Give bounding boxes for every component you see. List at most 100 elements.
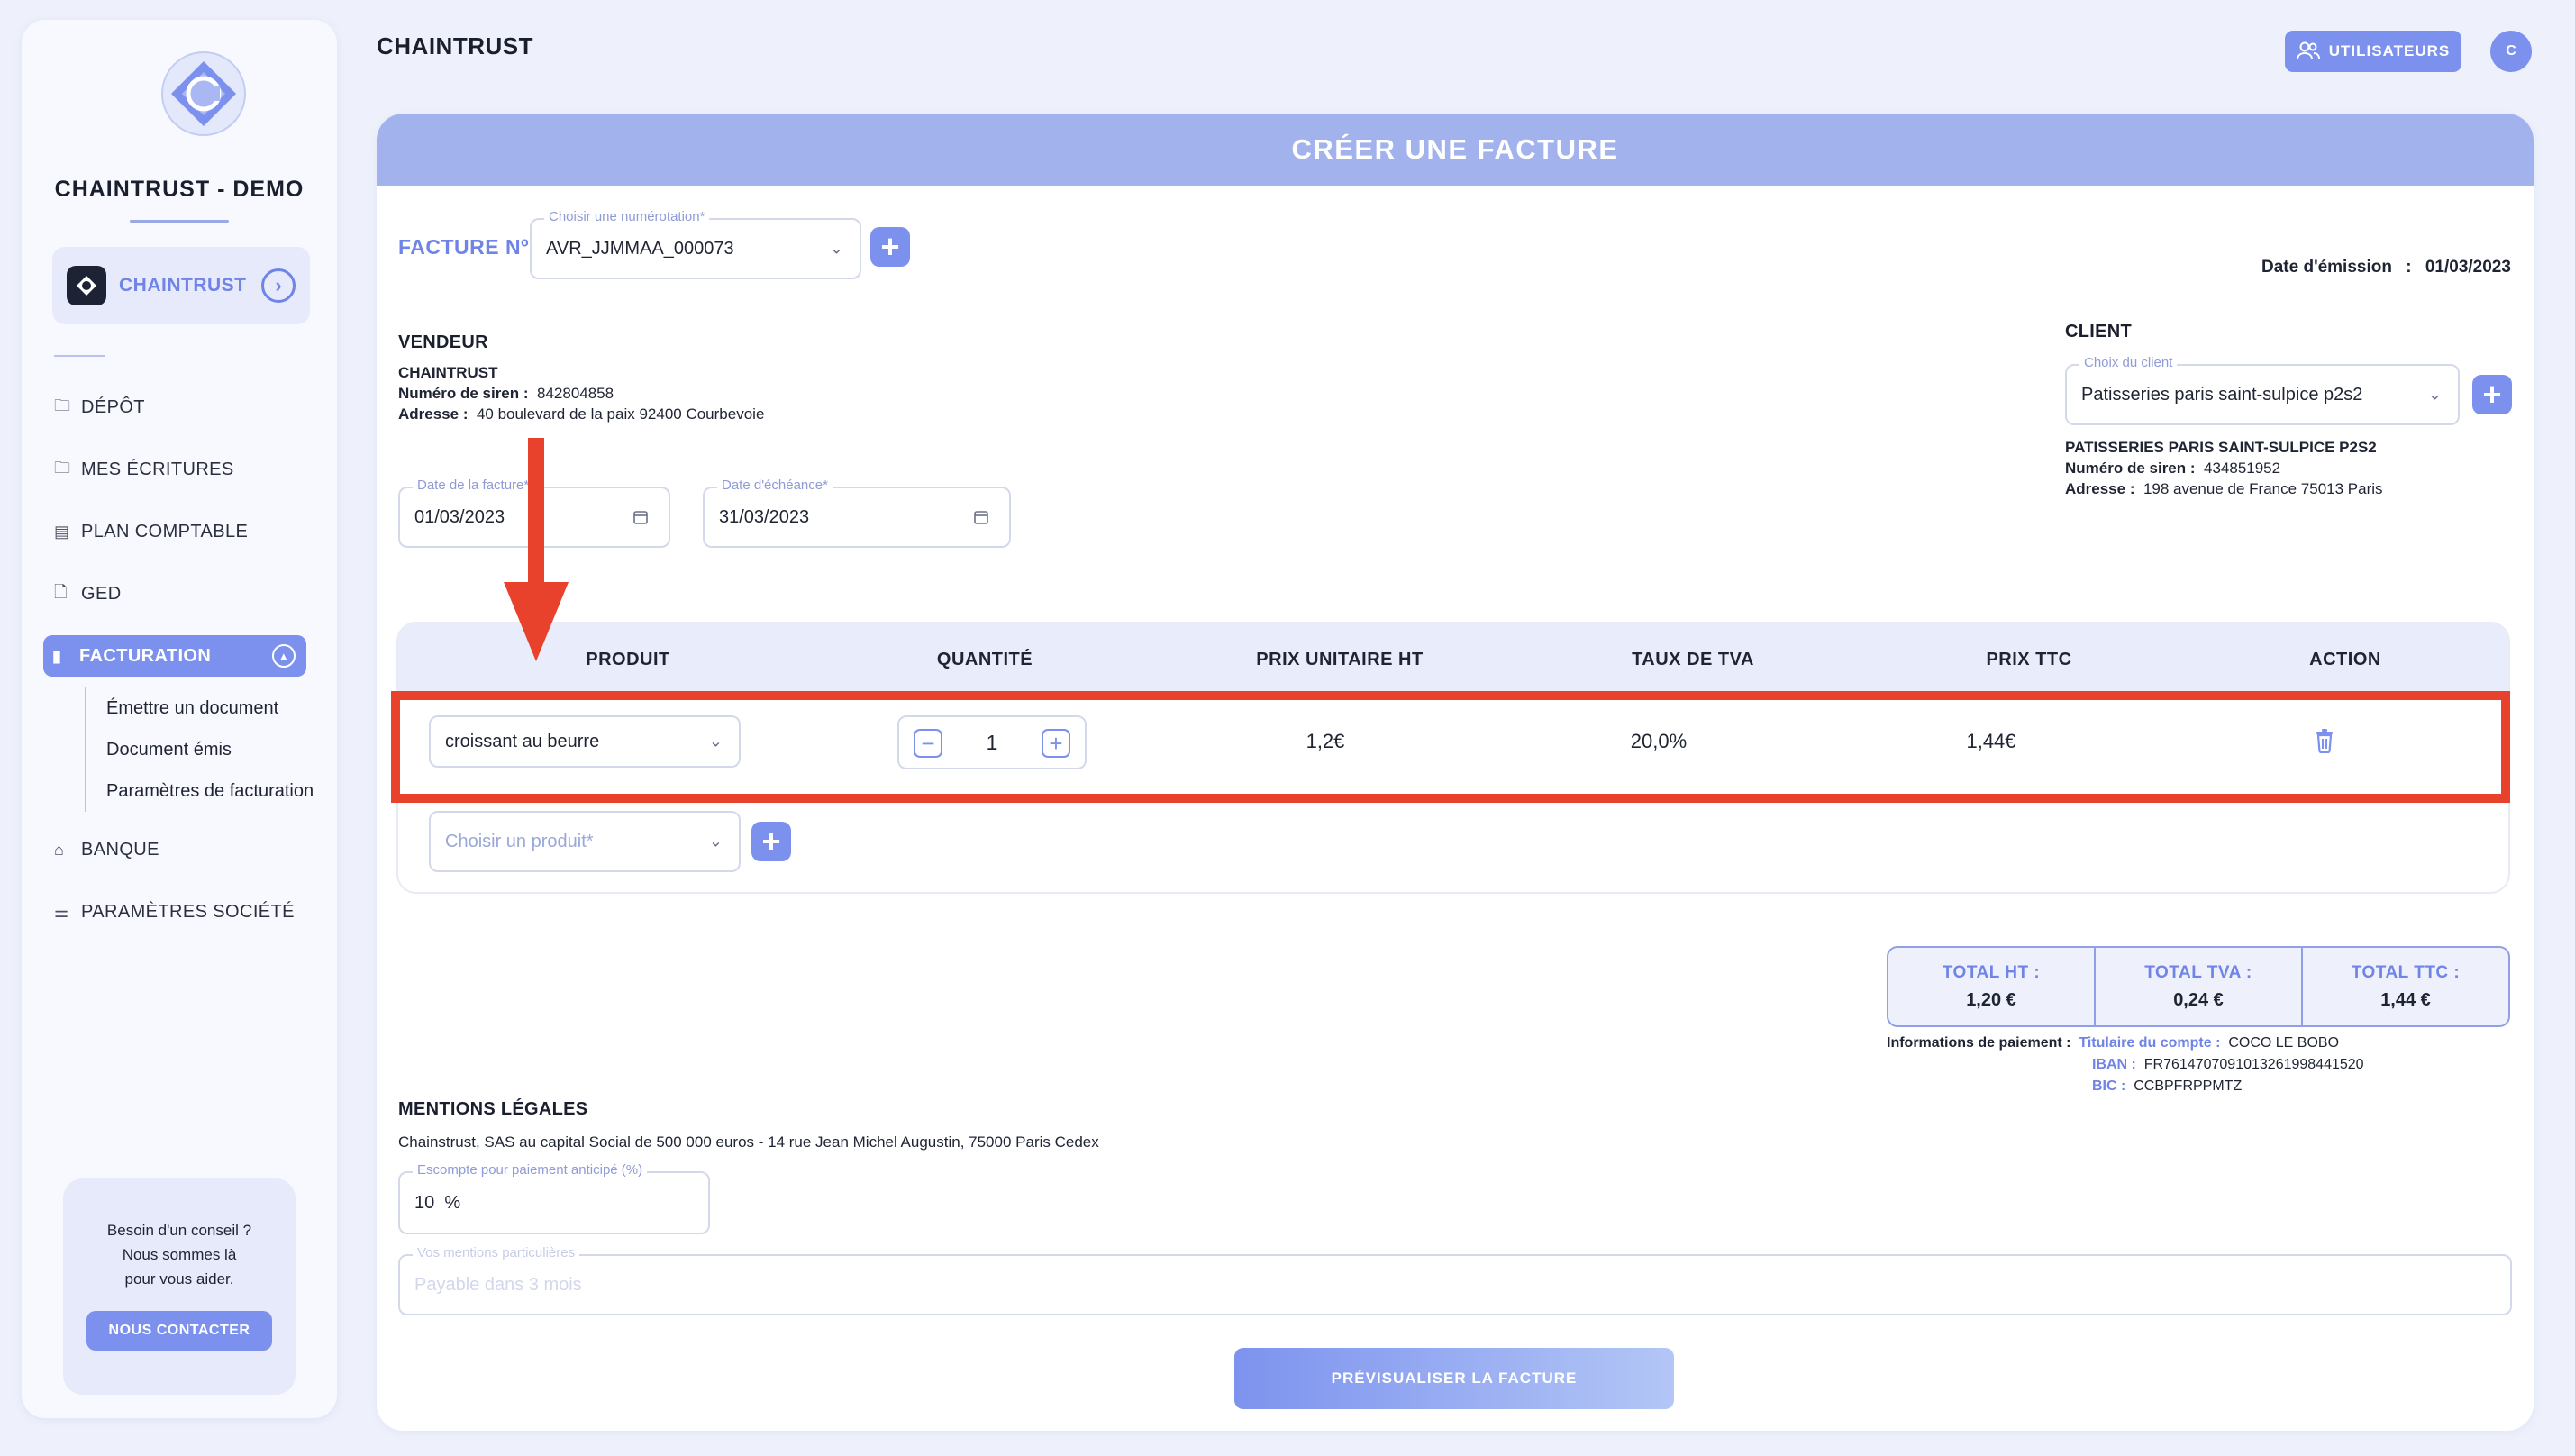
table-header: PRODUIT QUANTITÉ PRIX UNITAIRE HT TAUX D… [398,623,2508,696]
sidebar-item-label: BANQUE [81,840,159,860]
col-action: ACTION [2309,649,2381,669]
users-button[interactable]: UTILISATEURS [2285,31,2461,72]
bic-value: CCBPFRPPMTZ [2134,1078,2243,1094]
sidebar: CHAINTRUST - DEMO CHAINTRUST › 🗀 DÉPÔT 🗀… [22,20,337,1418]
due-date-value: 31/03/2023 [719,506,810,527]
client-address: 198 avenue de France 75013 Paris [2143,480,2383,497]
calendar-icon[interactable] [973,509,989,525]
client-value: Patisseries paris saint-sulpice p2s2 [2081,384,2363,405]
sidebar-item-ecritures[interactable]: 🗀 MES ÉCRITURES [50,439,321,501]
subnav-item-document-emis[interactable]: Document émis [106,729,321,770]
new-product-select[interactable]: Choisir un produit* ⌄ [429,811,741,872]
title-underline [130,220,229,223]
mentions-field[interactable]: Vos mentions particulières Payable dans … [398,1245,2512,1315]
sidebar-nav: 🗀 DÉPÔT 🗀 MES ÉCRITURES ▤ PLAN COMPTABLE… [43,377,321,943]
total-ttc-label: TOTAL TTC : [2351,962,2461,982]
app-title: CHAINTRUST - DEMO [54,177,305,202]
sidebar-item-label: MES ÉCRITURES [81,460,234,479]
invoice-icon: ▮ [52,646,62,665]
calendar-icon[interactable] [632,509,649,525]
company-logo-icon [67,266,106,305]
numbering-value: AVR_JJMMAA_000073 [546,238,734,259]
page-title: CHAINTRUST [377,32,533,59]
highlight-box [391,691,2510,803]
arrow-down-icon [504,582,569,661]
chevron-down-icon: ⌄ [829,239,843,258]
subnav-item-parametres-facturation[interactable]: Paramètres de facturation [106,770,321,812]
sidebar-item-parametres-societe[interactable]: ⚌ PARAMÈTRES SOCIÉTÉ [50,881,321,943]
seller-details: CHAINTRUST Numéro de siren : 842804858 A… [398,362,764,424]
seller-title: VENDEUR [398,332,488,352]
plus-icon: + [761,823,781,860]
add-product-button[interactable]: + [751,822,791,861]
holder-label: Titulaire du compte : [2079,1035,2221,1051]
issue-date: Date d'émission : 01/03/2023 [2261,258,2511,278]
total-ht-label: TOTAL HT : [1942,962,2041,982]
issue-date-separator: : [2406,258,2412,277]
col-prix-ttc: PRIX TTC [1986,649,2072,669]
company-switcher[interactable]: CHAINTRUST › [52,247,310,324]
total-tva: TOTAL TVA : 0,24 € [2096,948,2303,1025]
iban-label: IBAN : [2092,1057,2136,1072]
legal-text: Chainstrust, SAS au capital Social de 50… [398,1133,1099,1151]
sidebar-item-facturation[interactable]: ▮ FACTURATION ▲ [43,635,306,677]
col-produit: PRODUIT [586,649,670,669]
discount-field[interactable]: Escompte pour paiement anticipé (%) 10 % [398,1162,710,1234]
facturation-submenu: Émettre un document Document émis Paramè… [85,687,321,812]
plus-icon: + [880,228,900,265]
client-siren: 434851952 [2204,460,2281,477]
card-title: CRÉER UNE FACTURE [377,114,2534,186]
total-ht: TOTAL HT : 1,20 € [1888,948,2096,1025]
new-product-placeholder: Choisir un produit* [445,831,594,851]
client-select[interactable]: Choix du client Patisseries paris saint-… [2065,355,2460,425]
folder-icon: 🗀 [54,396,71,414]
chaintrust-logo-icon [161,51,246,136]
client-details: PATISSERIES PARIS SAINT-SULPICE P2S2 Num… [2065,437,2383,499]
sidebar-item-label: GED [81,584,122,604]
sidebar-item-depot[interactable]: 🗀 DÉPÔT [50,377,321,439]
contact-button[interactable]: NOUS CONTACTER [86,1311,272,1351]
bank-icon: ⌂ [54,841,65,859]
add-client-button[interactable]: + [2472,375,2512,414]
seller-siren-label: Numéro de siren : [398,385,529,402]
client-siren-label: Numéro de siren : [2065,460,2196,477]
sidebar-item-label: DÉPÔT [81,397,145,417]
numbering-select[interactable]: Choisir une numérotation* AVR_JJMMAA_000… [530,209,861,279]
divider [54,355,105,357]
users-icon [2296,41,2320,60]
seller-siren: 842804858 [537,385,614,402]
subnav-item-emettre[interactable]: Émettre un document [106,687,321,729]
total-tva-value: 0,24 € [2173,989,2224,1010]
col-taux-tva: TAUX DE TVA [1632,649,1754,669]
client-name: PATISSERIES PARIS SAINT-SULPICE P2S2 [2065,439,2377,456]
ledger-icon: ▤ [54,523,70,541]
issue-date-value: 01/03/2023 [2425,258,2511,277]
add-numbering-button[interactable]: + [870,227,910,267]
sidebar-item-ged[interactable]: 🗋 GED [50,563,321,625]
sidebar-item-label: PARAMÈTRES SOCIÉTÉ [81,902,295,922]
mentions-placeholder: Payable dans 3 mois [414,1274,582,1295]
chevron-down-icon: ⌄ [2427,385,2442,404]
folder-icon: 🗀 [54,458,71,477]
sidebar-item-banque[interactable]: ⌂ BANQUE [50,819,321,881]
avatar[interactable]: C [2490,31,2532,72]
payment-title: Informations de paiement : [1887,1035,2071,1051]
invoice-number-label: FACTURE Nº [398,235,530,259]
sidebar-item-plan-comptable[interactable]: ▤ PLAN COMPTABLE [50,501,321,563]
iban-value: FR7614707091013261998441520 [2143,1057,2364,1072]
seller-address: 40 boulevard de la paix 92400 Courbevoie [476,405,765,423]
help-text-3: pour vous aider. [124,1270,234,1288]
total-ttc-value: 1,44 € [2380,989,2431,1010]
arrow-shaft [528,438,544,584]
help-text-2: Nous sommes là [122,1246,237,1263]
sidebar-item-label: PLAN COMPTABLE [81,522,249,541]
chevron-up-icon[interactable]: ▲ [272,644,296,668]
client-title: CLIENT [2065,322,2133,341]
total-ht-value: 1,20 € [1966,989,2016,1010]
users-button-label: UTILISATEURS [2328,42,2451,59]
due-date-field[interactable]: Date d'échéance* 31/03/2023 [703,478,1011,548]
preview-invoice-button[interactable]: PRÉVISUALISER LA FACTURE [1234,1348,1674,1409]
sidebar-item-label: FACTURATION [79,645,212,666]
chevron-right-icon[interactable]: › [261,268,296,303]
help-card: Besoin d'un conseil ? Nous sommes là pou… [63,1178,296,1395]
